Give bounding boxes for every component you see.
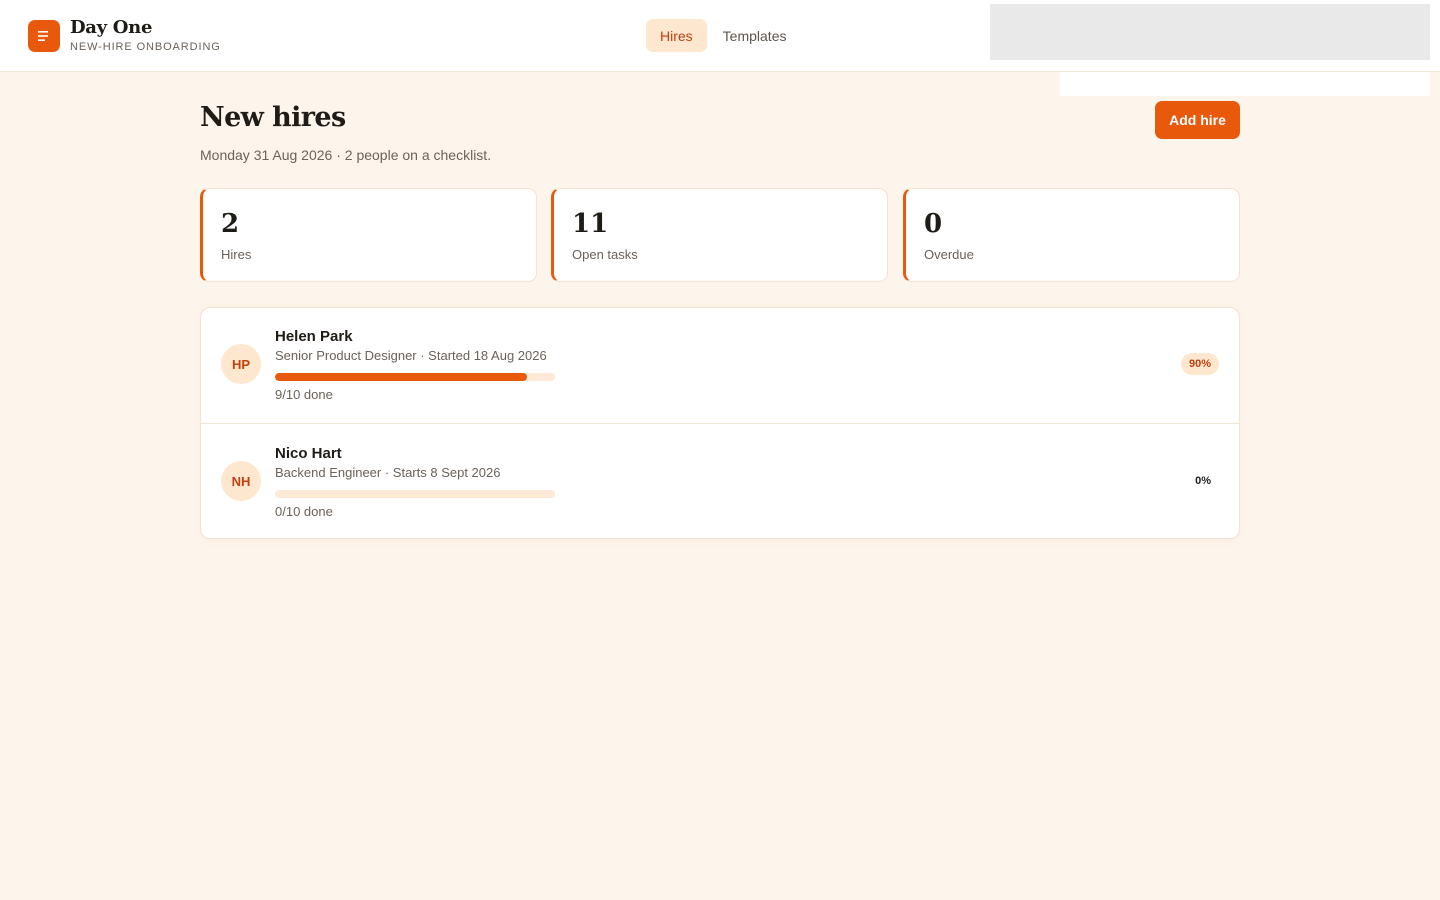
hire-row[interactable]: NH Nico Hart Backend Engineer · Starts 8… [201,423,1239,538]
hire-row[interactable]: HP Helen Park Senior Product Designer · … [201,308,1239,424]
hires-list: HP Helen Park Senior Product Designer · … [200,307,1240,539]
progress-bar [275,490,555,498]
main-nav: Hires Templates [646,19,800,52]
hire-done-count: 0/10 done [275,504,333,519]
stat-value: 11 [572,209,609,239]
stat-card-open-tasks: 11 Open tasks [551,188,888,282]
avatar: HP [221,344,261,384]
hire-detail: Backend Engineer · Starts 8 Sept 2026 [275,465,501,480]
header-placeholder-strip [1060,72,1430,96]
stat-card-overdue: 0 Overdue [903,188,1240,282]
progress-bar [275,373,555,381]
hire-detail: Senior Product Designer · Started 18 Aug… [275,348,547,363]
brand: Day One NEW-HIRE ONBOARDING [28,17,221,53]
progress-percent-badge: 0% [1195,475,1211,487]
hire-name: Nico Hart [275,445,342,462]
app-name: Day One [70,17,153,38]
stat-value: 0 [924,209,943,239]
app-subtitle: NEW-HIRE ONBOARDING [70,41,221,53]
stats-row: 2 Hires 11 Open tasks 0 Overdue [200,188,1240,282]
progress-bar-fill [275,373,527,381]
stat-card-hires: 2 Hires [200,188,537,282]
stat-label: Open tasks [572,247,638,262]
hire-name: Helen Park [275,328,353,345]
avatar: NH [221,461,261,501]
menu-lines-icon[interactable] [28,20,60,52]
header-placeholder [990,4,1430,60]
add-hire-button[interactable]: Add hire [1155,101,1240,139]
hire-done-count: 9/10 done [275,387,333,402]
stat-label: Overdue [924,247,974,262]
tab-hires[interactable]: Hires [646,19,707,52]
stat-value: 2 [221,209,240,239]
tab-templates[interactable]: Templates [709,19,801,52]
page-title: New hires [200,102,346,133]
progress-percent-badge: 90% [1180,353,1219,375]
stat-label: Hires [221,247,252,262]
page-subtitle: Monday 31 Aug 2026 · 2 people on a check… [200,147,492,163]
